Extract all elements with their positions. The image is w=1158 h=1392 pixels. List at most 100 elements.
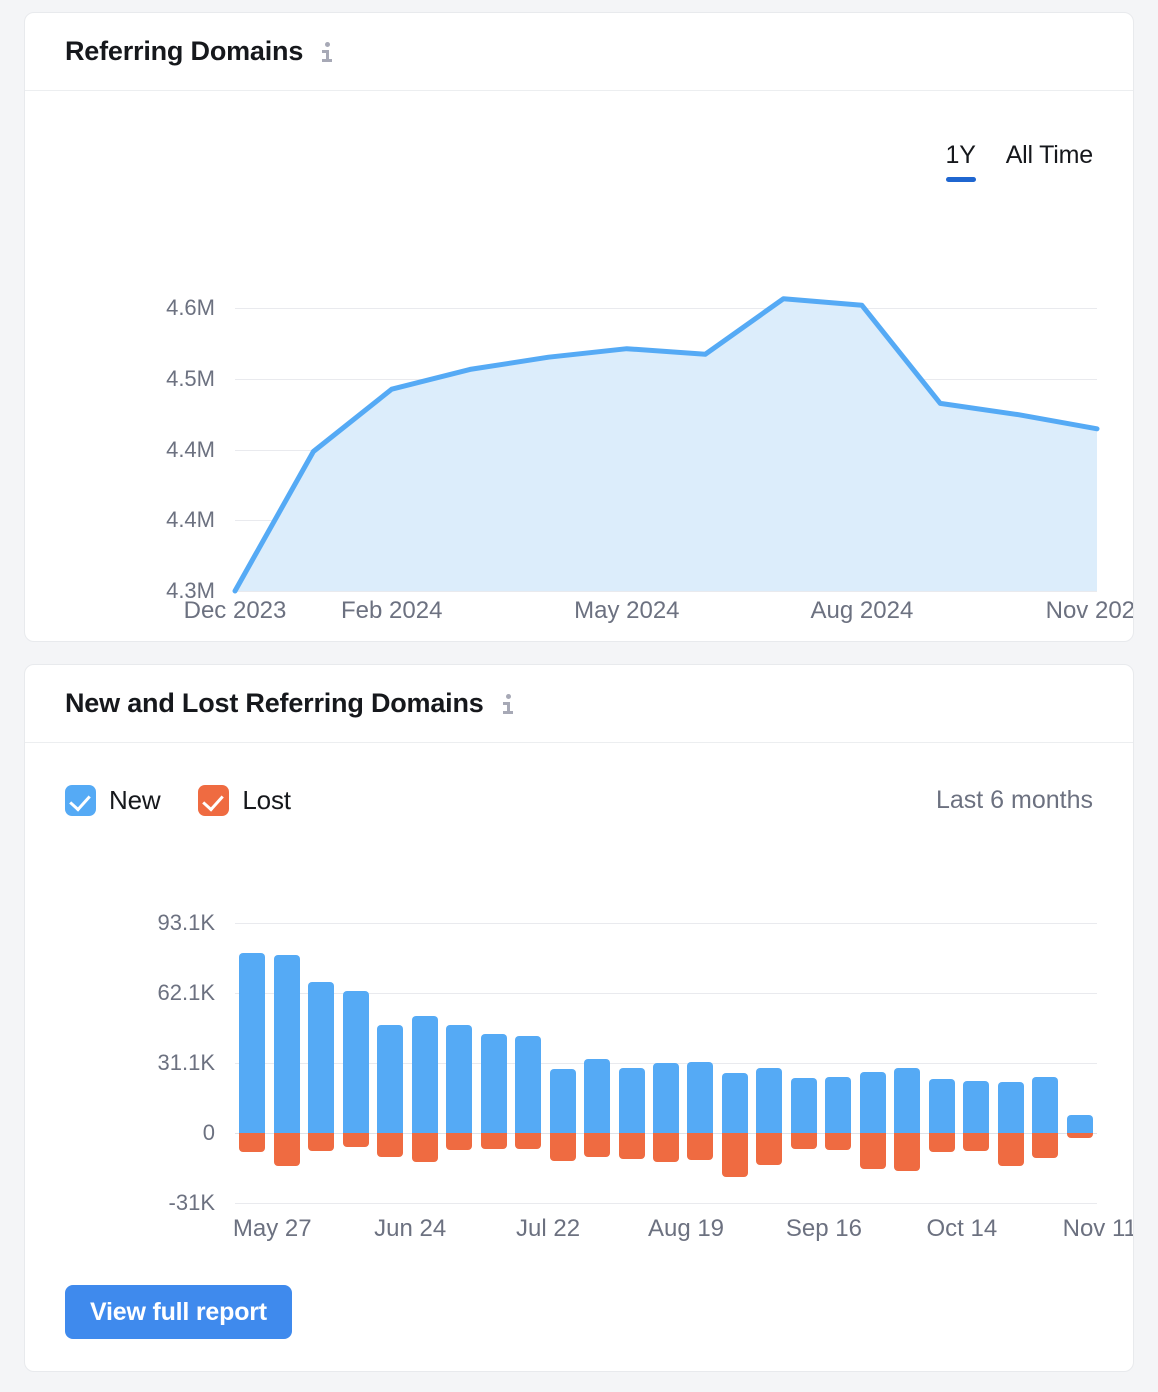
area-plot-region: [235, 261, 1097, 591]
y-tick-label: 62.1K: [158, 980, 216, 1006]
y-tick-label: 0: [203, 1120, 215, 1146]
bar-new[interactable]: [756, 1068, 782, 1133]
bar-group[interactable]: [274, 923, 300, 1203]
bar-lost[interactable]: [239, 1133, 265, 1152]
bar-group[interactable]: [791, 923, 817, 1203]
bar-new[interactable]: [308, 982, 334, 1133]
legend-item-new[interactable]: New: [65, 785, 160, 816]
bar-group[interactable]: [584, 923, 610, 1203]
info-icon[interactable]: [502, 694, 518, 714]
range-tab-group: 1Y All Time: [946, 141, 1094, 182]
bar-new[interactable]: [860, 1072, 886, 1133]
period-label: Last 6 months: [936, 786, 1093, 815]
bar-lost[interactable]: [1067, 1133, 1093, 1138]
x-tick-label: Jul 22: [516, 1215, 580, 1243]
bar-new[interactable]: [343, 991, 369, 1133]
bar-lost[interactable]: [860, 1133, 886, 1169]
bar-group[interactable]: [308, 923, 334, 1203]
legend: New Lost Last 6 months: [65, 785, 1093, 816]
tab-all-time[interactable]: All Time: [1006, 141, 1093, 182]
x-tick-label: Nov 11: [1063, 1215, 1134, 1243]
view-full-report-button[interactable]: View full report: [65, 1285, 292, 1339]
info-icon[interactable]: [321, 42, 337, 62]
bar-new[interactable]: [1067, 1115, 1093, 1133]
tab-1y[interactable]: 1Y: [946, 141, 976, 182]
y-tick-label: 93.1K: [158, 910, 216, 936]
bar-lost[interactable]: [653, 1133, 679, 1162]
bar-group[interactable]: [515, 923, 541, 1203]
bar-new[interactable]: [722, 1073, 748, 1133]
bar-group[interactable]: [722, 923, 748, 1203]
checkbox-new-checked-icon[interactable]: [65, 785, 96, 816]
bar-group[interactable]: [929, 923, 955, 1203]
bar-group[interactable]: [1067, 923, 1093, 1203]
bar-new[interactable]: [412, 1016, 438, 1133]
bar-lost[interactable]: [481, 1133, 507, 1149]
bar-group[interactable]: [894, 923, 920, 1203]
bar-lost[interactable]: [550, 1133, 576, 1161]
bar-new[interactable]: [584, 1059, 610, 1133]
bar-group[interactable]: [412, 923, 438, 1203]
x-tick-label: Aug 19: [648, 1215, 724, 1243]
gridline: [235, 591, 1097, 592]
bar-lost[interactable]: [687, 1133, 713, 1160]
bar-lost[interactable]: [619, 1133, 645, 1159]
bar-lost[interactable]: [515, 1133, 541, 1149]
bar-new[interactable]: [929, 1079, 955, 1133]
bar-new[interactable]: [377, 1025, 403, 1133]
bar-new[interactable]: [1032, 1077, 1058, 1133]
bar-lost[interactable]: [963, 1133, 989, 1151]
bar-new[interactable]: [963, 1081, 989, 1133]
bar-new[interactable]: [825, 1077, 851, 1133]
bar-group[interactable]: [963, 923, 989, 1203]
bar-group[interactable]: [446, 923, 472, 1203]
bar-group[interactable]: [481, 923, 507, 1203]
y-tick-label: 4.5M: [166, 366, 215, 392]
bar-group[interactable]: [550, 923, 576, 1203]
bar-new[interactable]: [894, 1068, 920, 1133]
bar-lost[interactable]: [1032, 1133, 1058, 1158]
bar-group[interactable]: [343, 923, 369, 1203]
referring-domains-area-chart: 4.6M4.5M4.4M4.4M4.3M Dec 2023Feb 2024May…: [135, 261, 1125, 631]
bar-group[interactable]: [998, 923, 1024, 1203]
checkbox-lost-checked-icon[interactable]: [198, 785, 229, 816]
bar-lost[interactable]: [998, 1133, 1024, 1166]
bar-new[interactable]: [239, 953, 265, 1133]
new-lost-referring-domains-card: New and Lost Referring Domains New Lost …: [24, 664, 1134, 1372]
legend-item-lost[interactable]: Lost: [198, 785, 290, 816]
bar-new[interactable]: [791, 1078, 817, 1133]
bar-lost[interactable]: [377, 1133, 403, 1157]
bar-lost[interactable]: [756, 1133, 782, 1165]
bar-lost[interactable]: [274, 1133, 300, 1166]
bar-new[interactable]: [998, 1082, 1024, 1133]
bar-lost[interactable]: [929, 1133, 955, 1152]
bar-group[interactable]: [653, 923, 679, 1203]
bar-lost[interactable]: [584, 1133, 610, 1157]
x-tick-label: Nov 2024: [1046, 597, 1134, 625]
bar-group[interactable]: [619, 923, 645, 1203]
bar-group[interactable]: [756, 923, 782, 1203]
bar-lost[interactable]: [825, 1133, 851, 1150]
bar-new[interactable]: [481, 1034, 507, 1133]
bar-group[interactable]: [825, 923, 851, 1203]
bar-lost[interactable]: [894, 1133, 920, 1171]
bar-new[interactable]: [653, 1063, 679, 1133]
bar-lost[interactable]: [446, 1133, 472, 1150]
bar-group[interactable]: [239, 923, 265, 1203]
bar-group[interactable]: [1032, 923, 1058, 1203]
bar-new[interactable]: [446, 1025, 472, 1133]
bar-lost[interactable]: [791, 1133, 817, 1149]
bar-lost[interactable]: [412, 1133, 438, 1162]
bar-new[interactable]: [515, 1036, 541, 1133]
bar-new[interactable]: [687, 1062, 713, 1133]
bar-new[interactable]: [550, 1069, 576, 1133]
bar-group[interactable]: [687, 923, 713, 1203]
bar-new[interactable]: [274, 955, 300, 1133]
bar-group[interactable]: [377, 923, 403, 1203]
bar-lost[interactable]: [343, 1133, 369, 1147]
bar-lost[interactable]: [722, 1133, 748, 1177]
bar-new[interactable]: [619, 1068, 645, 1133]
bar-group[interactable]: [860, 923, 886, 1203]
bar-lost[interactable]: [308, 1133, 334, 1151]
page-title: Referring Domains: [65, 36, 303, 67]
